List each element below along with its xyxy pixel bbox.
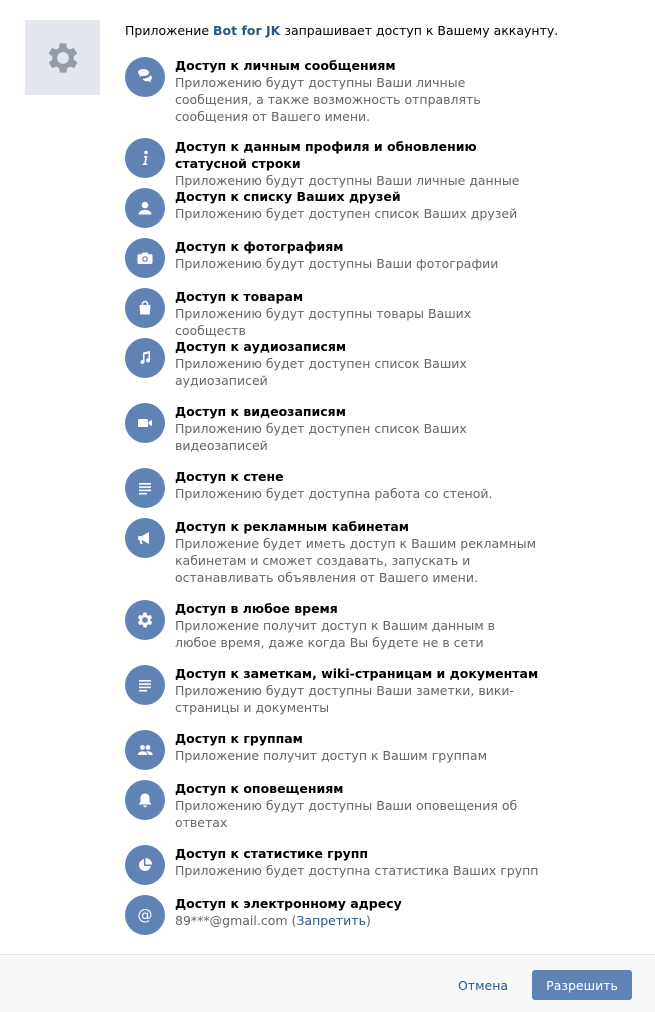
document-icon bbox=[125, 665, 165, 705]
email-value: 89***@gmail.com bbox=[175, 913, 288, 928]
permission-desc: 89***@gmail.com (Запретить) bbox=[175, 912, 540, 929]
pie-chart-icon bbox=[125, 845, 165, 885]
permission-title: Доступ к видеозаписям bbox=[175, 404, 346, 419]
header-suffix: запрашивает доступ к Вашему аккаунту. bbox=[280, 23, 559, 38]
permission-title: Доступ к заметкам, wiki-страницам и доку… bbox=[175, 666, 539, 681]
permission-desc: Приложение будет иметь доступ к Вашим ре… bbox=[175, 536, 537, 585]
header-prefix: Приложение bbox=[125, 23, 214, 38]
permission-desc: Приложению будет доступна работа со стен… bbox=[175, 486, 493, 501]
permission-title: Доступ к статистике групп bbox=[175, 846, 369, 861]
permission-title: Доступ к данным профиля и обновлению ста… bbox=[175, 139, 477, 171]
permission-title: Доступ в любое время bbox=[175, 601, 338, 616]
cancel-button[interactable]: Отмена bbox=[448, 970, 518, 1000]
app-name-link[interactable]: Bot for JK bbox=[213, 23, 280, 38]
permission-desc: Приложению будут доступны товары Ваших с… bbox=[175, 306, 472, 338]
group-icon bbox=[125, 730, 165, 770]
permission-desc: Приложение получит доступ к Вашим данным… bbox=[175, 618, 495, 650]
gear-icon bbox=[125, 600, 165, 640]
permission-desc: Приложению будет доступна статистика Ваш… bbox=[175, 863, 539, 878]
permission-title: Доступ к стене bbox=[175, 469, 284, 484]
request-header: Приложение Bot for JK запрашивает доступ… bbox=[125, 22, 645, 39]
permission-title: Доступ к товарам bbox=[175, 289, 304, 304]
permission-title: Доступ к фотографиям bbox=[175, 239, 344, 254]
paren-close: ) bbox=[365, 913, 371, 928]
permission-desc: Приложению будут доступны Ваши фотографи… bbox=[175, 256, 499, 271]
shopping-bag-icon bbox=[125, 288, 165, 328]
info-icon bbox=[125, 138, 165, 178]
bell-icon bbox=[125, 780, 165, 820]
deny-email-link[interactable]: Запретить bbox=[296, 913, 366, 928]
permission-desc: Приложению будет доступен список Ваших д… bbox=[175, 206, 518, 221]
permission-title: Доступ к аудиозаписям bbox=[175, 339, 347, 354]
lines-icon bbox=[125, 468, 165, 508]
permission-desc: Приложению будет доступен список Ваших а… bbox=[175, 356, 467, 388]
video-camera-icon bbox=[125, 403, 165, 443]
permission-desc: Приложение получит доступ к Вашим группа… bbox=[175, 748, 488, 763]
permission-title: Доступ к электронному адресу bbox=[175, 896, 402, 911]
permission-title: Доступ к списку Ваших друзей bbox=[175, 189, 401, 204]
permission-desc: Приложению будут доступны Ваши личные да… bbox=[175, 173, 520, 188]
at-sign-icon: @ bbox=[125, 895, 165, 935]
dialog-footer: Отмена Разрешить bbox=[0, 954, 655, 1012]
camera-icon bbox=[125, 238, 165, 278]
permission-desc: Приложению будет доступен список Ваших в… bbox=[175, 421, 467, 453]
permission-title: Доступ к оповещениям bbox=[175, 781, 344, 796]
allow-button[interactable]: Разрешить bbox=[532, 970, 632, 1000]
permission-desc: Приложению будут доступны Ваши заметки, … bbox=[175, 683, 515, 715]
permission-title: Доступ к рекламным кабинетам bbox=[175, 519, 409, 534]
megaphone-icon bbox=[125, 518, 165, 558]
permission-title: Доступ к группам bbox=[175, 731, 303, 746]
app-icon bbox=[25, 20, 100, 95]
svg-text:@: @ bbox=[138, 906, 153, 924]
gear-icon bbox=[48, 42, 77, 73]
permission-title: Доступ к личным сообщениям bbox=[175, 58, 396, 73]
permission-desc: Приложению будут доступны Ваши оповещени… bbox=[175, 798, 518, 830]
permission-desc: Приложению будут доступны Ваши личные со… bbox=[175, 75, 481, 124]
music-note-icon bbox=[125, 338, 165, 378]
user-icon bbox=[125, 188, 165, 228]
message-icon bbox=[125, 57, 165, 97]
